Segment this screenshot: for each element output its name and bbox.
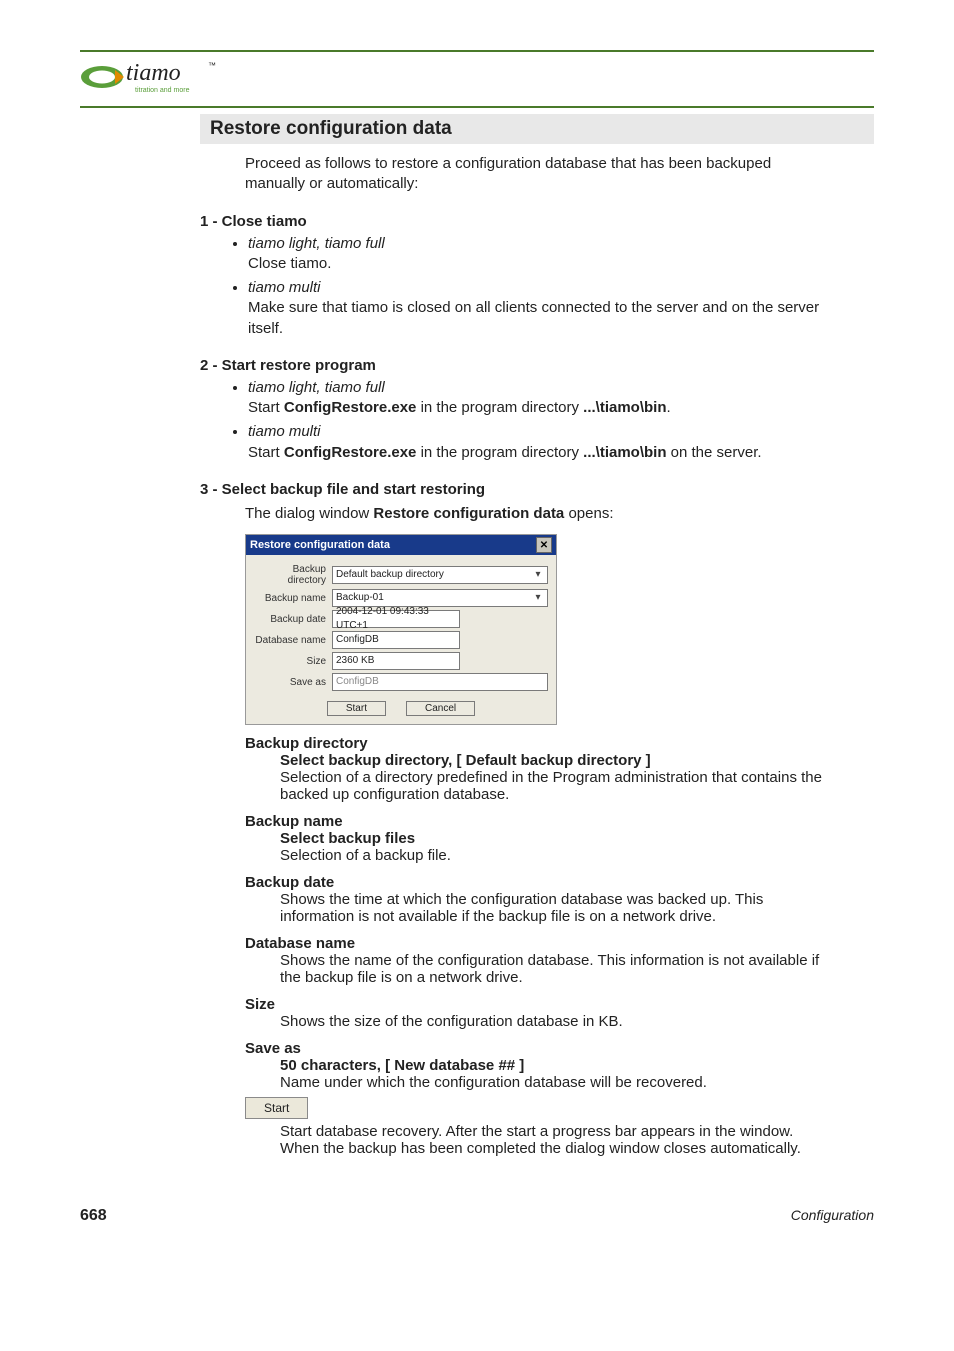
- dialog-title: Restore configuration data: [250, 539, 390, 551]
- step3-intro: The dialog window Restore configuration …: [245, 504, 834, 524]
- field-backup-name-label: Backup name: [245, 813, 834, 830]
- field-save-as-sub: 50 characters, [ New database ## ]: [280, 1057, 834, 1074]
- step1b-body: Make sure that tiamo is closed on all cl…: [248, 299, 819, 336]
- field-save-as-label: Save as: [245, 1040, 834, 1057]
- start-desc: Start database recovery. After the start…: [280, 1123, 834, 1157]
- field-database-name-desc: Shows the name of the configuration data…: [280, 952, 834, 986]
- tiamo-logo: tiamo ™ titration and more: [80, 56, 874, 98]
- step2a-head: tiamo light, tiamo full: [248, 379, 385, 396]
- step1a-body: Close tiamo.: [248, 255, 331, 272]
- step1b-head: tiamo multi: [248, 279, 321, 296]
- section-title: Restore configuration data: [200, 114, 874, 144]
- field-backup-name-sub: Select backup files: [280, 830, 834, 847]
- step1-title: 1 - Close tiamo: [200, 213, 834, 230]
- field-backup-directory-desc: Selection of a directory predefined in t…: [280, 769, 834, 803]
- dlg-save-as-input[interactable]: ConfigDB: [332, 673, 548, 691]
- step1-item-b: tiamo multi Make sure that tiamo is clos…: [248, 278, 834, 339]
- intro-text: Proceed as follows to restore a configur…: [245, 154, 834, 195]
- footer-section: Configuration: [791, 1207, 874, 1225]
- page-number: 668: [80, 1207, 107, 1225]
- dialog-cancel-button[interactable]: Cancel: [406, 701, 475, 716]
- field-backup-directory-sub: Select backup directory, [ Default backu…: [280, 752, 834, 769]
- svg-text:™: ™: [208, 61, 216, 70]
- field-backup-directory-label: Backup directory: [245, 735, 834, 752]
- start-button-chip: Start: [245, 1097, 308, 1119]
- field-save-as-desc: Name under which the configuration datab…: [280, 1074, 834, 1091]
- dialog-start-button[interactable]: Start: [327, 701, 386, 716]
- step2-title: 2 - Start restore program: [200, 357, 834, 374]
- dlg-backup-directory-select[interactable]: Default backup directory▾: [332, 566, 548, 584]
- step2b-head: tiamo multi: [248, 423, 321, 440]
- dlg-database-name-field: ConfigDB: [332, 631, 460, 649]
- dlg-size-label: Size: [254, 656, 332, 667]
- chevron-down-icon: ▾: [532, 568, 544, 582]
- chevron-down-icon: ▾: [532, 591, 544, 605]
- svg-text:titration and more: titration and more: [135, 87, 190, 94]
- svg-text:tiamo: tiamo: [126, 60, 181, 86]
- top-rule: [80, 50, 874, 52]
- dlg-backup-date-label: Backup date: [254, 614, 332, 625]
- field-database-name-label: Database name: [245, 935, 834, 952]
- step2-item-b: tiamo multi Start ConfigRestore.exe in t…: [248, 422, 834, 463]
- dlg-backup-directory-label: Backup directory: [254, 564, 332, 586]
- field-backup-date-desc: Shows the time at which the configuratio…: [280, 891, 834, 925]
- field-size-desc: Shows the size of the configuration data…: [280, 1013, 834, 1030]
- step1a-head: tiamo light, tiamo full: [248, 235, 385, 252]
- dlg-backup-date-field: 2004-12-01 09:43:33 UTC+1: [332, 610, 460, 628]
- dlg-backup-name-label: Backup name: [254, 593, 332, 604]
- close-icon[interactable]: ✕: [536, 537, 552, 553]
- dlg-database-name-label: Database name: [254, 635, 332, 646]
- header-rule: [80, 106, 874, 108]
- step2-item-a: tiamo light, tiamo full Start ConfigRest…: [248, 378, 834, 419]
- field-backup-date-label: Backup date: [245, 874, 834, 891]
- field-size-label: Size: [245, 996, 834, 1013]
- field-backup-name-desc: Selection of a backup file.: [280, 847, 834, 864]
- restore-dialog: Restore configuration data ✕ Backup dire…: [245, 534, 557, 725]
- step1-item-a: tiamo light, tiamo full Close tiamo.: [248, 234, 834, 275]
- dlg-size-field: 2360 KB: [332, 652, 460, 670]
- dlg-save-as-label: Save as: [254, 677, 332, 688]
- step3-title: 3 - Select backup file and start restori…: [200, 481, 834, 498]
